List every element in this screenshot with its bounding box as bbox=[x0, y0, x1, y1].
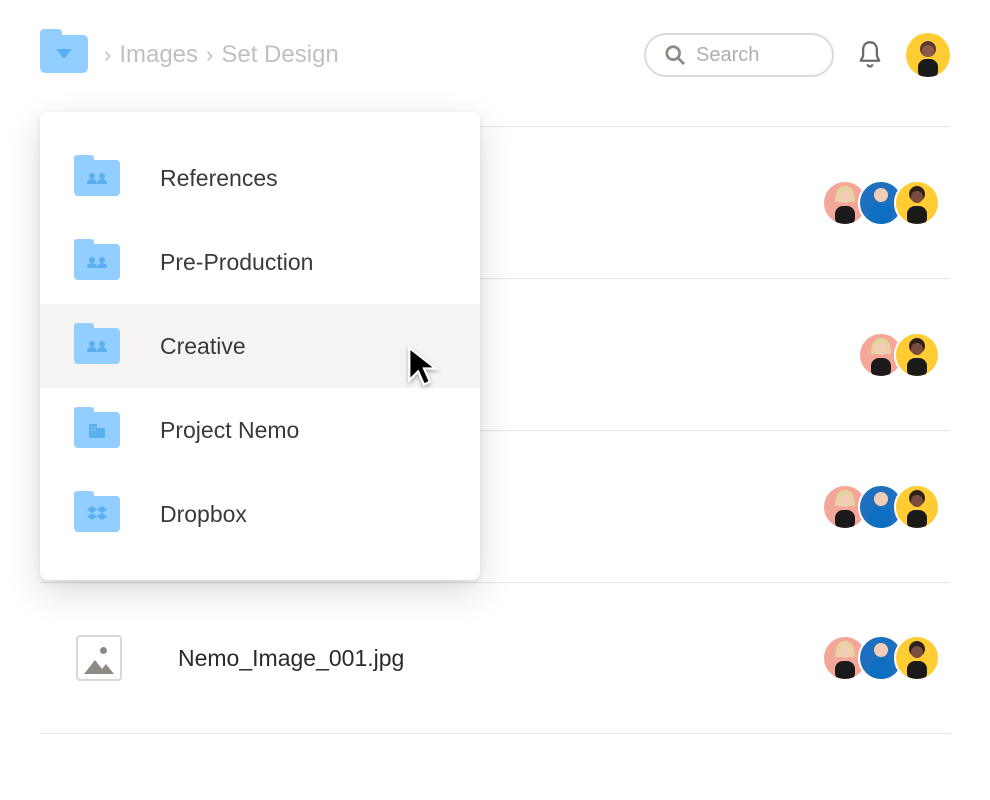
avatar-icon bbox=[894, 484, 940, 530]
chevron-right-icon: › bbox=[104, 42, 111, 68]
breadcrumb-label: Set Design bbox=[221, 41, 338, 69]
building-folder-icon bbox=[74, 412, 120, 448]
chevron-down-icon bbox=[56, 49, 72, 59]
dropdown-item-label: References bbox=[160, 165, 278, 192]
search-input[interactable] bbox=[696, 44, 814, 67]
file-name: Nemo_Image_001.jpg bbox=[178, 645, 822, 672]
breadcrumb-item[interactable]: › Images bbox=[96, 41, 198, 69]
shared-folder-icon bbox=[74, 244, 120, 280]
member-avatars[interactable] bbox=[822, 180, 940, 226]
dropbox-folder-icon bbox=[74, 496, 120, 532]
shared-folder-icon bbox=[74, 328, 120, 364]
bell-icon bbox=[856, 40, 884, 70]
dropdown-item-projectnemo[interactable]: Project Nemo bbox=[40, 388, 480, 472]
image-file-icon bbox=[76, 635, 122, 681]
account-avatar[interactable] bbox=[906, 33, 950, 77]
dropdown-item-dropbox[interactable]: Dropbox bbox=[40, 472, 480, 556]
breadcrumb-item-current[interactable]: › Set Design bbox=[198, 41, 339, 69]
dropdown-item-creative[interactable]: Creative bbox=[40, 304, 480, 388]
member-avatars[interactable] bbox=[822, 484, 940, 530]
member-avatars[interactable] bbox=[822, 635, 940, 681]
breadcrumb-dropdown[interactable]: References Pre-Production Creative Proje… bbox=[40, 112, 480, 580]
member-avatars[interactable] bbox=[858, 332, 940, 378]
shared-folder-icon bbox=[74, 160, 120, 196]
dropdown-item-preproduction[interactable]: Pre-Production bbox=[40, 220, 480, 304]
dropdown-item-label: Pre-Production bbox=[160, 249, 313, 276]
breadcrumb-label: Images bbox=[119, 41, 198, 69]
chevron-right-icon: › bbox=[206, 42, 213, 68]
search-icon bbox=[664, 44, 686, 66]
dropdown-item-label: Creative bbox=[160, 333, 246, 360]
avatar-icon bbox=[894, 332, 940, 378]
file-row[interactable]: Nemo_Image_001.jpg bbox=[40, 582, 950, 734]
search-box[interactable] bbox=[644, 33, 834, 77]
avatar-icon bbox=[894, 635, 940, 681]
avatar-icon bbox=[894, 180, 940, 226]
dropdown-item-label: Project Nemo bbox=[160, 417, 299, 444]
breadcrumb-root-folder[interactable] bbox=[40, 35, 88, 75]
notifications-button[interactable] bbox=[856, 40, 884, 70]
dropdown-item-label: Dropbox bbox=[160, 501, 247, 528]
header: › Images › Set Design bbox=[40, 30, 950, 80]
dropdown-item-references[interactable]: References bbox=[40, 136, 480, 220]
avatar-icon bbox=[912, 35, 944, 77]
